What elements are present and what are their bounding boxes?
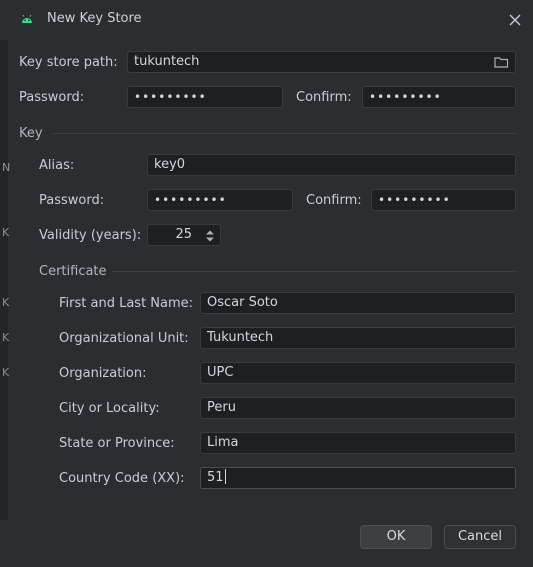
keystore-password-label: Password: (19, 90, 85, 105)
country-code-label: Country Code (XX): (59, 471, 185, 486)
country-code-field[interactable]: 51 (200, 467, 516, 489)
background-mark: K (2, 226, 10, 239)
alias-label: Alias: (39, 158, 75, 173)
organization-field[interactable]: UPC (200, 362, 516, 384)
keystore-path-field[interactable]: tukuntech (127, 51, 516, 73)
organizational-unit-label: Organizational Unit: (59, 331, 189, 346)
background-mark: K (2, 366, 10, 379)
keystore-path-value: tukuntech (134, 54, 200, 69)
alias-field[interactable]: key0 (147, 154, 516, 176)
ok-button[interactable]: OK (360, 525, 432, 549)
state-province-field[interactable]: Lima (200, 432, 516, 454)
certificate-section-title: Certificate (39, 264, 107, 279)
background-mark: N (2, 161, 11, 174)
country-code-value: 51 (207, 470, 224, 485)
new-key-store-dialog: N K K K K New Key Store Key store path: … (0, 0, 533, 567)
first-last-name-label: First and Last Name: (59, 296, 194, 311)
android-icon (22, 14, 32, 23)
text-caret (224, 469, 226, 484)
keystore-password-field[interactable]: ••••••••• (127, 86, 283, 108)
organization-label: Organization: (59, 366, 147, 381)
key-password-label: Password: (39, 193, 105, 208)
key-section-title: Key (19, 126, 43, 141)
keystore-path-label: Key store path: (19, 55, 118, 70)
key-confirm-field[interactable]: ••••••••• (371, 189, 516, 211)
keystore-confirm-field[interactable]: ••••••••• (362, 86, 516, 108)
validity-value: 25 (175, 227, 192, 242)
key-confirm-label: Confirm: (306, 193, 362, 208)
background-mark: K (2, 296, 10, 309)
city-locality-field[interactable]: Peru (200, 397, 516, 419)
background-mark: K (2, 331, 10, 344)
cancel-button[interactable]: Cancel (444, 525, 516, 549)
key-password-field[interactable]: ••••••••• (147, 189, 293, 211)
title-bar: New Key Store (0, 0, 533, 38)
folder-icon[interactable] (494, 56, 509, 68)
organizational-unit-field[interactable]: Tukuntech (200, 327, 516, 349)
first-last-name-field[interactable]: Oscar Soto (200, 292, 516, 314)
keystore-confirm-label: Confirm: (296, 90, 352, 105)
state-province-label: State or Province: (59, 436, 175, 451)
close-icon[interactable] (506, 11, 524, 29)
certificate-section-divider (112, 271, 518, 272)
dialog-title: New Key Store (47, 11, 142, 26)
city-locality-label: City or Locality: (59, 401, 160, 416)
validity-spinner[interactable]: 25 (147, 224, 221, 246)
validity-label: Validity (years): (39, 228, 142, 243)
button-bar: OK Cancel (0, 520, 533, 567)
key-section-divider (51, 133, 518, 134)
background-window-strip: N K K K K (0, 40, 11, 520)
spinner-arrows-icon[interactable] (204, 228, 216, 244)
